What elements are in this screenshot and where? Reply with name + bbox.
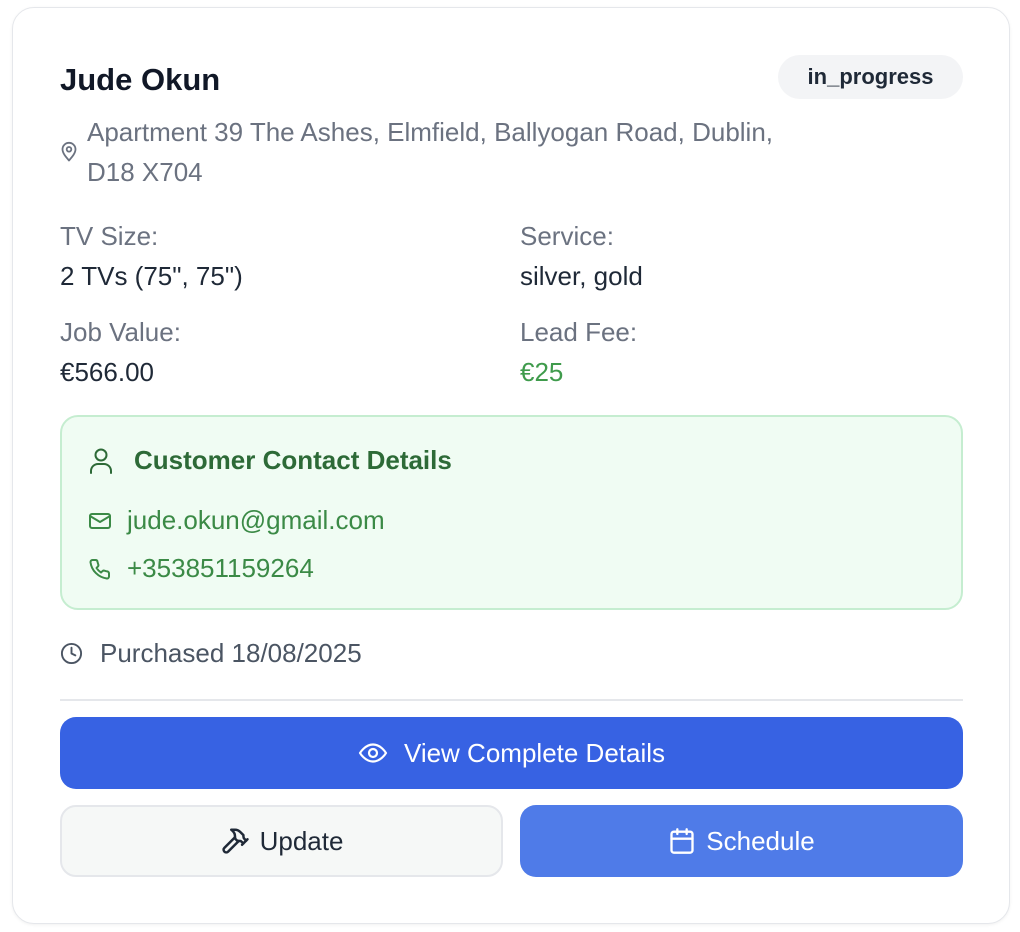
service-label: Service:	[520, 221, 614, 251]
tv-size-value: 2 TVs (75", 75")	[60, 261, 243, 291]
eye-icon	[358, 742, 388, 764]
service-value: silver, gold	[520, 261, 643, 291]
hammer-icon	[220, 826, 250, 856]
purchased-date: Purchased 18/08/2025	[100, 638, 362, 668]
customer-name: Jude Okun	[60, 62, 221, 97]
schedule-button[interactable]: Schedule	[520, 805, 963, 877]
lead-fee-field: Lead Fee: €25	[520, 315, 637, 389]
map-pin-icon	[60, 140, 78, 162]
contact-phone-row[interactable]: +353851159264	[88, 553, 314, 584]
update-button[interactable]: Update	[60, 805, 503, 877]
job-value: €566.00	[60, 357, 154, 387]
tv-size-label: TV Size:	[60, 221, 159, 251]
address-text: Apartment 39 The Ashes, Elmfield, Ballyo…	[87, 117, 774, 187]
mail-icon	[88, 511, 112, 531]
status-badge: in_progress	[778, 55, 963, 99]
purchased-row: Purchased 18/08/2025	[60, 638, 362, 669]
update-label: Update	[259, 825, 344, 856]
lead-fee-value: €25	[520, 357, 564, 387]
lead-fee-label: Lead Fee:	[520, 317, 638, 347]
contact-header: Customer Contact Details	[88, 445, 452, 476]
calendar-icon	[668, 826, 696, 856]
service-field: Service: silver, gold	[520, 219, 643, 293]
job-value-label: Job Value:	[60, 317, 181, 347]
view-complete-details-label: View Complete Details	[403, 737, 666, 768]
phone-icon	[88, 557, 112, 581]
view-complete-details-button[interactable]: View Complete Details	[60, 717, 963, 789]
contact-title: Customer Contact Details	[134, 445, 452, 475]
user-icon	[88, 447, 114, 475]
contact-email[interactable]: jude.okun@gmail.com	[127, 505, 385, 536]
job-value-field: Job Value: €566.00	[60, 315, 181, 389]
divider	[60, 699, 963, 701]
tv-size-field: TV Size: 2 TVs (75", 75")	[60, 219, 243, 293]
contact-phone[interactable]: +353851159264	[127, 553, 314, 584]
contact-email-row[interactable]: jude.okun@gmail.com	[88, 505, 385, 536]
clock-icon	[60, 642, 83, 665]
customer-contact-panel: Customer Contact Details jude.okun@gmail…	[60, 415, 963, 610]
schedule-label: Schedule	[706, 825, 815, 856]
